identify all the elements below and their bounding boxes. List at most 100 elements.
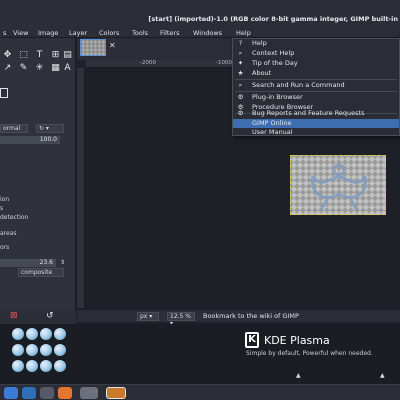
zoom-select[interactable]: 12.5 % ▾ — [167, 312, 195, 327]
firefox-icon[interactable] — [58, 387, 72, 399]
menu-item-label: Context Help — [252, 49, 295, 57]
window-thumbnail-icon[interactable] — [80, 387, 98, 399]
brush-tool-icon[interactable]: ▦ — [50, 63, 61, 74]
fg-color-swatch[interactable] — [0, 88, 8, 98]
transform-tool-icon[interactable]: ⬚ — [18, 50, 29, 61]
bubble-icon — [26, 360, 38, 372]
menu-image[interactable]: Image — [38, 29, 58, 37]
option-label-2: s — [0, 205, 4, 212]
menu-separator — [235, 91, 397, 92]
logo-artwork-icon — [310, 163, 368, 211]
menu-item-label: Search and Run a Command — [252, 81, 345, 89]
menu-item-label: GIMP Online — [252, 119, 292, 127]
option-label-1: ion — [0, 196, 10, 203]
kde-logo-icon: K — [245, 332, 259, 348]
help-icon: ? — [238, 39, 243, 47]
bubble-icon — [40, 360, 52, 372]
bubble-icon — [12, 328, 24, 340]
menu-item-about[interactable]: ★ About — [233, 69, 399, 78]
menu-item-context-help[interactable]: ⌕ Context Help — [233, 49, 399, 58]
help-menu: ? Help ⌕ Context Help ✦ Tip of the Day ★… — [232, 38, 400, 136]
unit-select[interactable]: px ▾ — [137, 312, 159, 321]
menu-item-label: Tip of the Day — [252, 59, 298, 67]
delete-icon[interactable]: ⊠ — [10, 311, 18, 321]
menu-select[interactable]: s — [3, 29, 6, 37]
file-manager-icon[interactable] — [40, 387, 54, 399]
menu-item-user-manual[interactable]: User Manual — [233, 128, 399, 137]
menu-item-tip-of-the-day[interactable]: ✦ Tip of the Day — [233, 59, 399, 68]
about-icon: ★ — [237, 69, 244, 77]
option-label-4: areas — [0, 230, 17, 237]
context-help-icon: ⌕ — [238, 49, 243, 57]
bug-icon: ⚙ — [237, 109, 244, 117]
threshold-field[interactable]: 23.6 — [0, 259, 56, 267]
kde-tagline: Simple by default, Powerful when needed. — [246, 350, 373, 357]
bubble-icon — [12, 344, 24, 356]
chevron-up-icon[interactable]: ▲ — [296, 372, 301, 379]
bubble-icon — [26, 328, 38, 340]
menu-layer[interactable]: Layer — [69, 29, 87, 37]
chevron-up-icon[interactable]: ▲ — [380, 372, 385, 379]
align-tool-icon[interactable]: ▤ — [62, 50, 73, 61]
ruler-label-2: -1000 — [216, 60, 232, 66]
image-layer[interactable] — [290, 155, 386, 215]
menu-item-label: User Manual — [252, 128, 293, 136]
bubble-icon — [12, 360, 24, 372]
menu-item-label: Plug-in Browser — [252, 93, 303, 101]
plugin-icon: ⚙ — [237, 93, 244, 101]
window-titlebar[interactable]: [start] (imported)-1.0 (RGB color 8-bit … — [0, 0, 400, 28]
menu-filters[interactable]: Filters — [160, 29, 179, 37]
window-title: [start] (imported)-1.0 (RGB color 8-bit … — [148, 15, 398, 23]
toolbox-panel: ✥ ⬚ T ⊞ ▤ ↗ ✎ ✳ ▦ A ormal ↻ ▾ 100.0 ion … — [0, 38, 76, 320]
composite-select[interactable]: composite — [18, 268, 64, 277]
statusbar: px ▾ 12.5 % ▾ Bookmark to the wiki of GI… — [77, 309, 400, 327]
move-tool-icon[interactable]: ✥ — [2, 50, 13, 61]
menu-separator — [235, 79, 397, 80]
option-label-5: ors — [0, 244, 10, 251]
bubble-icon — [26, 344, 38, 356]
menu-item-gimp-online[interactable]: GIMP Online — [233, 119, 399, 128]
image-tab-thumbnail[interactable] — [80, 39, 106, 56]
task-manager-icon[interactable] — [22, 387, 36, 399]
bubble-icon — [54, 328, 66, 340]
path-tool-icon[interactable]: ↗ — [2, 63, 13, 74]
letter-tool-icon[interactable]: A — [62, 63, 73, 74]
menu-item-label: Help — [252, 39, 267, 47]
menu-item-help[interactable]: ? Help — [233, 39, 399, 48]
bubble-icon — [40, 344, 52, 356]
bubble-icon — [54, 344, 66, 356]
kde-brand: KDE Plasma — [264, 334, 330, 347]
menu-help[interactable]: Help — [236, 29, 251, 37]
mode-select[interactable]: ormal — [0, 124, 28, 133]
select-tool-icon[interactable]: ✳ — [34, 63, 45, 74]
bubble-icon — [54, 360, 66, 372]
search-icon: ⌕ — [238, 81, 243, 89]
option-label-3: detection — [0, 214, 29, 221]
bubble-icon — [40, 328, 52, 340]
vertical-ruler — [77, 68, 85, 308]
reset-icon[interactable]: ↺ — [46, 311, 54, 321]
opacity-field[interactable]: 100.0 — [0, 136, 60, 144]
threshold-stepper-icon[interactable]: ⇕ — [60, 259, 65, 266]
menu-item-search-and-run[interactable]: ⌕ Search and Run a Command — [233, 81, 399, 90]
menu-item-plugin-browser[interactable]: ⚙ Plug-in Browser — [233, 93, 399, 102]
menu-item-bug-reports[interactable]: ⚙ Bug Reports and Feature Requests — [233, 109, 399, 118]
menubar: s View Image Layer Colors Tools Filters … — [0, 28, 400, 38]
mode-reset-select[interactable]: ↻ ▾ — [36, 124, 64, 133]
crop-tool-icon[interactable]: ⊞ — [50, 50, 61, 61]
ruler-label-1: -2000 — [140, 60, 156, 66]
menu-tools[interactable]: Tools — [132, 29, 148, 37]
taskbar — [0, 384, 400, 400]
menu-colors[interactable]: Colors — [99, 29, 119, 37]
menu-view[interactable]: View — [13, 29, 28, 37]
lasso-tool-icon[interactable]: ✎ — [18, 63, 29, 74]
app-launcher-icon[interactable] — [4, 387, 18, 399]
status-message: Bookmark to the wiki of GIMP — [203, 312, 299, 320]
dock-buttons: ⊠ ↺ — [0, 310, 76, 324]
close-tab-icon[interactable]: ✕ — [109, 41, 116, 50]
text-tool-icon[interactable]: T — [34, 50, 45, 61]
menu-item-label: Bug Reports and Feature Requests — [252, 109, 365, 117]
gimp-task-icon[interactable] — [106, 387, 126, 399]
menu-windows[interactable]: Windows — [193, 29, 222, 37]
menu-item-label: About — [252, 69, 272, 77]
